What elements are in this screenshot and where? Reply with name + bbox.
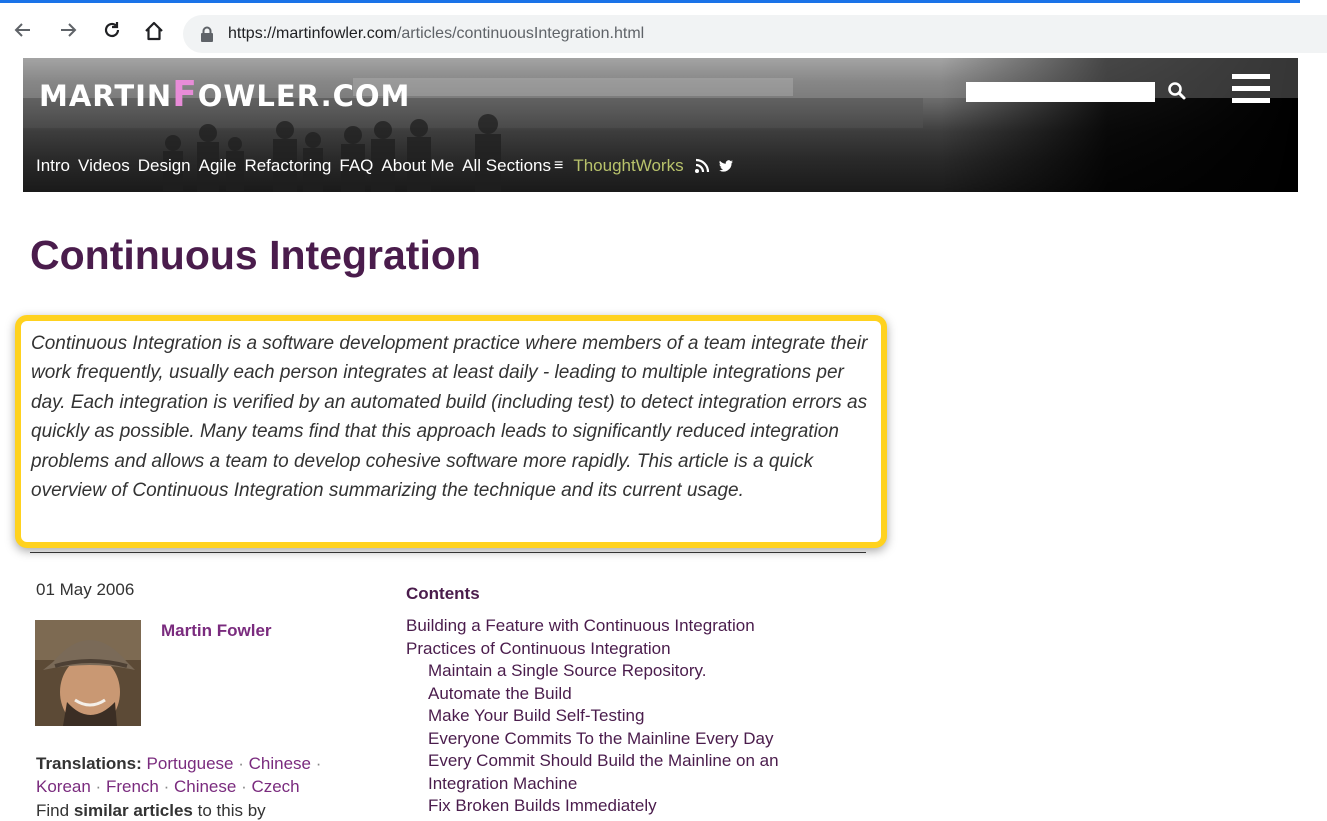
contents-heading: Contents (406, 584, 480, 603)
site-header: MARTINFOWLER.COM Intro Videos Design Agi… (23, 58, 1298, 192)
toc-link[interactable]: Maintain a Single Source Repository. (428, 661, 706, 680)
logo-part-1: MARTIN (39, 79, 173, 113)
abstract-highlight: Continuous Integration is a software dev… (15, 315, 887, 548)
back-arrow-icon[interactable] (10, 17, 36, 43)
lock-icon (201, 26, 213, 42)
toc-link[interactable]: Practices of Continuous Integration (406, 639, 671, 658)
nav-all-sections[interactable]: All Sections (462, 156, 551, 176)
contents-list: Building a Feature with Continuous Integ… (406, 615, 779, 818)
translation-link[interactable]: Chinese (249, 754, 311, 773)
nav-faq[interactable]: FAQ (339, 156, 373, 176)
site-logo[interactable]: MARTINFOWLER.COM (39, 74, 410, 115)
nav-intro[interactable]: Intro (36, 156, 70, 176)
toc-link[interactable]: Fix Broken Builds Immediately (428, 796, 657, 815)
author-name[interactable]: Martin Fowler (161, 621, 272, 641)
list-item: Integration Machine (406, 773, 779, 796)
nav-agile[interactable]: Agile (199, 156, 237, 176)
list-item: Make Your Build Self-Testing (406, 705, 779, 728)
logo-part-2: OWLER.COM (197, 79, 411, 113)
page-title: Continuous Integration (30, 232, 481, 278)
forward-arrow-icon[interactable] (55, 17, 81, 43)
toc-link[interactable]: Automate the Build (428, 684, 572, 703)
url-text[interactable]: https://martinfowler.com/articles/contin… (228, 25, 644, 43)
list-item: Building a Feature with Continuous Integ… (406, 615, 779, 638)
site-nav: Intro Videos Design Agile Refactoring FA… (36, 156, 742, 176)
hamburger-menu-icon[interactable] (1232, 74, 1270, 106)
similar-suffix: to this by (197, 801, 266, 820)
nav-refactoring[interactable]: Refactoring (244, 156, 331, 176)
divider (30, 552, 866, 553)
similar-prefix: Find (36, 801, 70, 820)
search-icon[interactable] (1166, 80, 1188, 102)
nav-about[interactable]: About Me (381, 156, 454, 176)
toc-link[interactable]: Everyone Commits To the Mainline Every D… (428, 729, 774, 748)
site-search-input[interactable] (966, 82, 1155, 102)
author-photo[interactable] (35, 620, 141, 726)
translation-link[interactable]: Portuguese (147, 754, 234, 773)
list-item: Automate the Build (406, 683, 779, 706)
similar-articles-link[interactable]: similar articles (74, 801, 193, 820)
translation-link[interactable]: Korean (36, 777, 91, 796)
reload-icon[interactable] (99, 17, 125, 43)
logo-accent: F (172, 74, 198, 115)
list-item: Maintain a Single Source Repository. (406, 660, 779, 683)
list-item: Every Commit Should Build the Mainline o… (406, 750, 779, 773)
translations-label: Translations: (36, 754, 142, 773)
menu-lines-icon[interactable]: ≡ (554, 157, 563, 175)
twitter-icon[interactable] (718, 158, 734, 174)
toc-link[interactable]: Every Commit Should Build the Mainline o… (428, 751, 779, 770)
address-bar[interactable]: https://martinfowler.com/articles/contin… (183, 15, 1327, 53)
url-path: /articles/continuousIntegration.html (396, 25, 645, 42)
translation-link[interactable]: Czech (251, 777, 299, 796)
rss-icon[interactable] (694, 158, 710, 174)
list-item: Fix Broken Builds Immediately (406, 795, 779, 818)
toc-link[interactable]: Building a Feature with Continuous Integ… (406, 616, 755, 635)
list-item: Practices of Continuous Integration (406, 638, 779, 661)
toc-link[interactable]: Make Your Build Self-Testing (428, 706, 644, 725)
home-icon[interactable] (141, 17, 167, 43)
url-host: https://martinfowler.com (228, 25, 397, 42)
nav-design[interactable]: Design (138, 156, 191, 176)
translation-link[interactable]: French (106, 777, 159, 796)
translation-link[interactable]: Chinese (174, 777, 236, 796)
nav-videos[interactable]: Videos (78, 156, 130, 176)
toc-link[interactable]: Integration Machine (428, 774, 577, 793)
similar-articles-text: Find similar articles to this by (36, 801, 266, 821)
translations: Translations: Portuguese · Chinese · Kor… (36, 754, 322, 796)
nav-thoughtworks[interactable]: ThoughtWorks (573, 156, 683, 176)
abstract-text: Continuous Integration is a software dev… (31, 333, 868, 502)
list-item: Everyone Commits To the Mainline Every D… (406, 728, 779, 751)
publication-date: 01 May 2006 (36, 580, 135, 599)
browser-toolbar: https://martinfowler.com/articles/contin… (0, 3, 1327, 58)
